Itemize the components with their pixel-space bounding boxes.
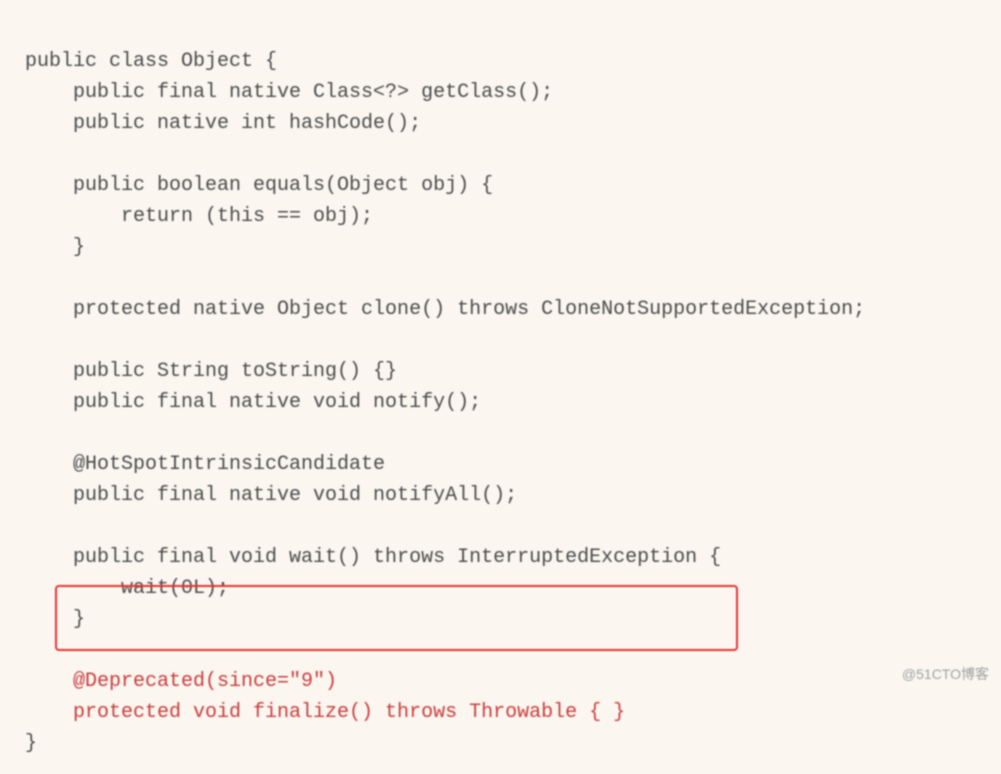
code-line: public native int hashCode(); xyxy=(25,112,421,135)
code-block: public class Object { public final nativ… xyxy=(0,0,1001,774)
code-line-deprecated-annotation: @Deprecated(since="9") xyxy=(25,670,337,693)
code-line: public final void wait() throws Interrup… xyxy=(25,546,721,569)
code-line-finalize-method: protected void finalize() throws Throwab… xyxy=(25,701,625,724)
code-line: public final native Class<?> getClass(); xyxy=(25,81,553,104)
watermark-text: @51CTO博客 xyxy=(902,664,989,684)
code-line: @HotSpotIntrinsicCandidate xyxy=(25,453,385,476)
code-line: return (this == obj); xyxy=(25,205,373,228)
code-line: } xyxy=(25,608,85,631)
code-line: } xyxy=(25,236,85,259)
code-line: public final native void notify(); xyxy=(25,391,481,414)
code-line: wait(0L); xyxy=(25,577,229,600)
code-line: public class Object { xyxy=(25,50,277,73)
code-line: public final native void notifyAll(); xyxy=(25,484,517,507)
code-line: protected native Object clone() throws C… xyxy=(25,298,865,321)
code-line: public String toString() {} xyxy=(25,360,397,383)
code-line: public boolean equals(Object obj) { xyxy=(25,174,493,197)
code-line: } xyxy=(25,732,37,755)
